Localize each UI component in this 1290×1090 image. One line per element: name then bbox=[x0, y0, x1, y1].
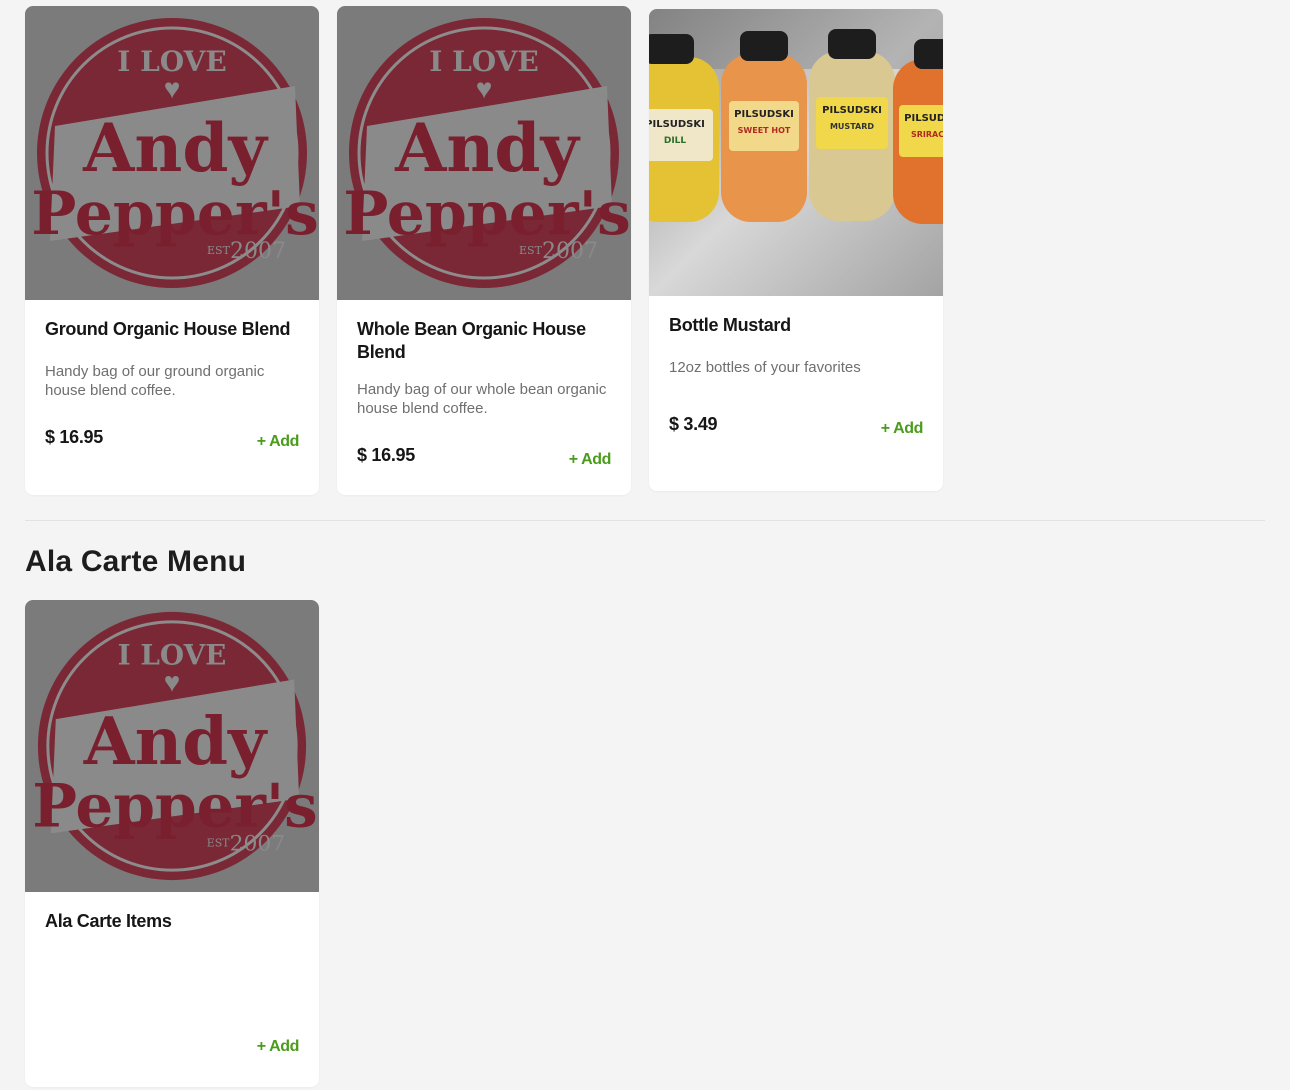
product-card-body: Whole Bean Organic House Blend Handy bag… bbox=[337, 300, 631, 490]
product-card-ground-blend[interactable]: I LOVE ♥ Andy Pepper's EST 2007 Ground O… bbox=[25, 6, 319, 495]
svg-text:♥: ♥ bbox=[164, 73, 181, 104]
andy-peppers-logo: I LOVE ♥ Andy Pepper's EST 2007 bbox=[31, 18, 319, 288]
bottle-mustard: PILSUDSKI MUSTARD bbox=[809, 29, 895, 221]
product-image: I LOVE ♥ Andy Pepper's EST 2007 bbox=[337, 6, 631, 300]
product-grid-top: I LOVE ♥ Andy Pepper's EST 2007 Ground O… bbox=[25, 6, 943, 495]
add-button[interactable]: + Add bbox=[569, 450, 612, 470]
svg-text:PILSUDSKI: PILSUDSKI bbox=[734, 109, 794, 120]
product-card-bottle-mustard[interactable]: PILSUDSKI DILL PILSUDSKI SWEET HOT PILSU… bbox=[649, 9, 943, 491]
section-divider bbox=[25, 520, 1265, 521]
add-button[interactable]: + Add bbox=[881, 419, 924, 439]
product-image: I LOVE ♥ Andy Pepper's EST 2007 bbox=[25, 600, 319, 892]
svg-text:SRIRACHA: SRIRACHA bbox=[911, 130, 943, 139]
mustard-bottles-photo: PILSUDSKI DILL PILSUDSKI SWEET HOT PILSU… bbox=[649, 9, 943, 296]
svg-text:2007: 2007 bbox=[230, 831, 286, 856]
product-title[interactable]: Ground Organic House Blend bbox=[45, 318, 299, 341]
product-card-body: Ala Carte Items + Add bbox=[25, 892, 319, 1077]
product-title[interactable]: Bottle Mustard bbox=[669, 314, 923, 337]
svg-text:PILSUDSKI: PILSUDSKI bbox=[904, 113, 943, 124]
svg-text:Andy: Andy bbox=[82, 109, 268, 187]
product-price: $ 3.49 bbox=[669, 414, 718, 434]
product-card-body: Bottle Mustard 12oz bottles of your favo… bbox=[649, 296, 943, 459]
svg-text:Andy: Andy bbox=[394, 109, 580, 187]
product-footer: $ 3.49 + Add bbox=[669, 413, 923, 439]
product-card-ala-carte-items[interactable]: I LOVE ♥ Andy Pepper's EST 2007 Ala Cart… bbox=[25, 600, 319, 1087]
product-footer: + Add bbox=[45, 1031, 300, 1057]
product-footer: $ 16.95 + Add bbox=[357, 444, 611, 470]
svg-text:PILSUDSKI: PILSUDSKI bbox=[822, 105, 882, 116]
product-footer: $ 16.95 + Add bbox=[45, 426, 299, 452]
svg-text:SWEET HOT: SWEET HOT bbox=[738, 126, 791, 135]
product-price: $ 16.95 bbox=[45, 427, 103, 447]
product-price: $ 16.95 bbox=[357, 445, 415, 465]
product-card-whole-bean[interactable]: I LOVE ♥ Andy Pepper's EST 2007 Whole Be… bbox=[337, 6, 631, 495]
andy-peppers-logo: I LOVE ♥ Andy Pepper's EST 2007 bbox=[343, 18, 631, 288]
product-title[interactable]: Ala Carte Items bbox=[45, 910, 299, 933]
svg-text:2007: 2007 bbox=[542, 239, 598, 264]
bottle-sweet-hot: PILSUDSKI SWEET HOT bbox=[721, 31, 807, 222]
product-card-body: Ground Organic House Blend Handy bag of … bbox=[25, 300, 319, 472]
add-button[interactable]: + Add bbox=[257, 432, 300, 452]
product-description bbox=[45, 954, 299, 1011]
section-title: Ala Carte Menu bbox=[25, 545, 247, 578]
product-image: PILSUDSKI DILL PILSUDSKI SWEET HOT PILSU… bbox=[649, 9, 943, 296]
svg-text:Andy: Andy bbox=[83, 703, 268, 780]
product-description: Handy bag of our ground organic house bl… bbox=[45, 363, 265, 399]
product-grid-bottom: I LOVE ♥ Andy Pepper's EST 2007 Ala Cart… bbox=[25, 600, 319, 1087]
svg-text:2007: 2007 bbox=[230, 239, 286, 264]
svg-text:♥: ♥ bbox=[164, 666, 181, 697]
svg-text:EST: EST bbox=[207, 836, 230, 849]
svg-text:MUSTARD: MUSTARD bbox=[830, 122, 874, 131]
andy-peppers-logo: I LOVE ♥ Andy Pepper's EST 2007 bbox=[32, 611, 318, 881]
product-description: 12oz bottles of your favorites bbox=[669, 359, 861, 376]
product-image: I LOVE ♥ Andy Pepper's EST 2007 bbox=[25, 6, 319, 300]
add-button[interactable]: + Add bbox=[257, 1037, 300, 1057]
svg-text:EST: EST bbox=[519, 244, 543, 257]
svg-text:PILSUDSKI: PILSUDSKI bbox=[649, 119, 705, 130]
svg-text:♥: ♥ bbox=[476, 73, 493, 104]
product-description: Handy bag of our whole bean organic hous… bbox=[357, 381, 607, 417]
svg-text:DILL: DILL bbox=[664, 136, 687, 146]
product-title[interactable]: Whole Bean Organic House Blend bbox=[357, 318, 611, 364]
svg-text:EST: EST bbox=[207, 244, 231, 257]
